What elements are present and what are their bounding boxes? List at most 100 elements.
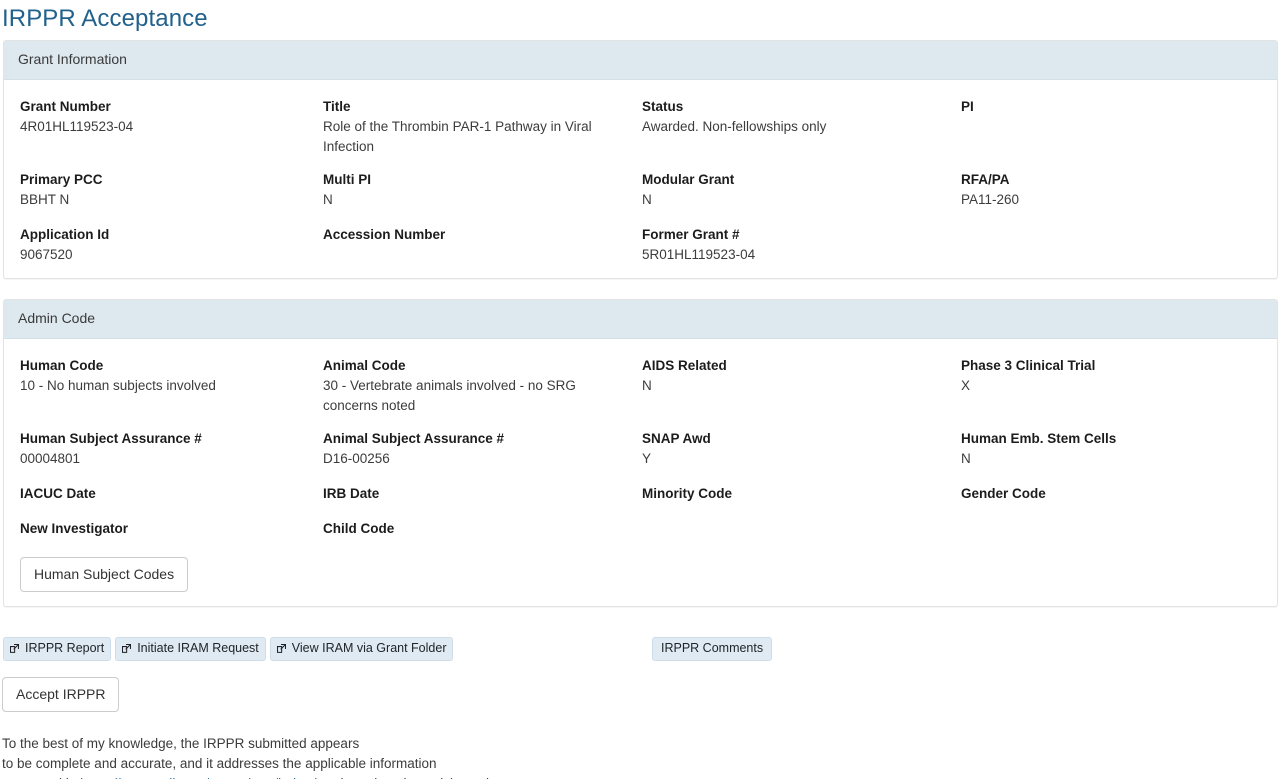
field-accession-number: Accession Number bbox=[323, 220, 642, 265]
field-phase-3-clinical-trial: Phase 3 Clinical Trial X bbox=[961, 351, 1266, 415]
field-label: Phase 3 Clinical Trial bbox=[961, 358, 1096, 373]
field-value: 10 - No human subjects involved bbox=[20, 378, 216, 393]
field-value: N bbox=[323, 192, 333, 207]
action-button-bar: IRPPR Report Initiate IRAM Request View … bbox=[0, 627, 1282, 663]
field-value bbox=[961, 225, 1251, 226]
field-row: IACUC Date IRB Date Minority Code Gender… bbox=[4, 479, 1277, 504]
button-label: IRPPR Report bbox=[25, 640, 105, 655]
field-new-investigator: New Investigator bbox=[4, 514, 323, 539]
button-label: View IRAM via Grant Folder bbox=[291, 640, 447, 655]
field-value: PA11-260 bbox=[961, 192, 1020, 207]
accept-irppr-button[interactable]: Accept IRPPR bbox=[2, 676, 120, 712]
field-label: Human Code bbox=[20, 358, 104, 373]
external-link-icon bbox=[121, 643, 132, 654]
irppr-comments-button[interactable]: IRPPR Comments bbox=[652, 636, 773, 661]
field-snap-awd: SNAP Awd Y bbox=[642, 424, 961, 469]
field-row: New Investigator Child Code bbox=[4, 514, 1277, 539]
field-label: Grant Number bbox=[20, 99, 111, 114]
human-subject-codes-button[interactable]: Human Subject Codes bbox=[20, 556, 189, 592]
field-label: AIDS Related bbox=[642, 358, 727, 373]
field-value bbox=[323, 244, 613, 245]
field-animal-code: Animal Code 30 - Vertebrate animals invo… bbox=[323, 351, 642, 415]
field-row: Human Code 10 - No human subjects involv… bbox=[4, 351, 1277, 415]
admin-code-panel: Admin Code Human Code 10 - No human subj… bbox=[3, 299, 1278, 607]
field-label: Application Id bbox=[20, 226, 110, 242]
field-value: 30 - Vertebrate animals involved - no SR… bbox=[323, 378, 576, 413]
field-application-id: Application Id 9067520 bbox=[4, 220, 323, 265]
field-value: 5R01HL119523-04 bbox=[642, 246, 756, 262]
external-link-icon bbox=[276, 643, 287, 654]
field-value: BBHT N bbox=[20, 192, 70, 207]
field-label: RFA/PA bbox=[961, 172, 1010, 187]
field-iacuc-date: IACUC Date bbox=[4, 479, 323, 504]
field-former-grant-number: Former Grant # 5R01HL119523-04 bbox=[642, 220, 961, 265]
statement-line-2: to be complete and accurate, and it addr… bbox=[2, 755, 437, 771]
field-label: SNAP Awd bbox=[642, 431, 711, 446]
field-label: IRB Date bbox=[323, 485, 380, 501]
field-label: PI bbox=[961, 99, 974, 114]
irppr-report-button[interactable]: IRPPR Report bbox=[3, 636, 112, 661]
grant-information-heading: Grant Information bbox=[4, 41, 1277, 80]
irppr-acceptance-page: IRPPR Acceptance Grant Information Grant… bbox=[0, 0, 1282, 779]
field-label: Primary PCC bbox=[20, 172, 103, 187]
field-value: 4R01HL119523-04 bbox=[20, 119, 134, 134]
field-label: Gender Code bbox=[961, 485, 1046, 501]
field-value: Awarded. Non-fellowships only bbox=[642, 119, 827, 134]
initiate-iram-request-button[interactable]: Initiate IRAM Request bbox=[115, 636, 266, 661]
field-modular-grant: Modular Grant N bbox=[642, 165, 961, 210]
statement-line-1: To the best of my knowledge, the IRPPR s… bbox=[2, 735, 360, 751]
field-child-code: Child Code bbox=[323, 514, 642, 539]
field-multi-pi: Multi PI N bbox=[323, 165, 642, 210]
field-label: Modular Grant bbox=[642, 172, 735, 187]
accept-button-wrap: Accept IRPPR bbox=[0, 663, 1282, 712]
field-label: Multi PI bbox=[323, 172, 371, 187]
statement-prefix: requested in bbox=[2, 776, 80, 779]
field-label: Animal Code bbox=[323, 358, 406, 373]
admin-code-body: Human Code 10 - No human subjects involv… bbox=[4, 339, 1277, 606]
field-primary-pcc: Primary PCC BBHT N bbox=[4, 165, 323, 210]
field-title: Title Role of the Thrombin PAR-1 Pathway… bbox=[323, 92, 642, 156]
field-value bbox=[323, 538, 613, 539]
grant-information-panel: Grant Information Grant Number 4R01HL119… bbox=[3, 40, 1278, 279]
acceptance-statement: To the best of my knowledge, the IRPPR s… bbox=[0, 712, 560, 779]
field-minority-code: Minority Code bbox=[642, 479, 961, 504]
field-value bbox=[642, 503, 932, 504]
field-irb-date: IRB Date bbox=[323, 479, 642, 504]
field-empty bbox=[961, 220, 1266, 265]
field-label: Animal Subject Assurance # bbox=[323, 431, 505, 446]
field-grant-number: Grant Number 4R01HL119523-04 bbox=[4, 92, 323, 156]
field-label: Title bbox=[323, 99, 351, 114]
field-value: X bbox=[961, 378, 971, 393]
admin-code-heading: Admin Code bbox=[4, 300, 1277, 339]
field-rfa-pa: RFA/PA PA11-260 bbox=[961, 165, 1266, 210]
field-row: Primary PCC BBHT N Multi PI N Modular Gr… bbox=[4, 165, 1277, 210]
field-value: D16-00256 bbox=[323, 451, 390, 466]
field-value: Role of the Thrombin PAR-1 Pathway in Vi… bbox=[323, 119, 592, 154]
field-value: N bbox=[642, 192, 652, 207]
external-link-icon bbox=[9, 643, 20, 654]
field-value: 9067520 bbox=[20, 246, 73, 262]
field-label: Human Emb. Stem Cells bbox=[961, 431, 1117, 446]
field-value: 00004801 bbox=[20, 451, 81, 466]
grant-information-body: Grant Number 4R01HL119523-04 Title Role … bbox=[4, 80, 1277, 278]
field-label: Accession Number bbox=[323, 226, 446, 242]
field-label: New Investigator bbox=[20, 520, 129, 536]
view-iram-via-grant-folder-button[interactable]: View IRAM via Grant Folder bbox=[269, 636, 454, 661]
field-value bbox=[323, 503, 613, 504]
field-value bbox=[961, 503, 1251, 504]
rppr-index-link[interactable]: https://grants.nih.gov/grants/rppr/index… bbox=[80, 776, 337, 779]
field-value bbox=[642, 519, 932, 520]
field-human-emb-stem-cells: Human Emb. Stem Cells N bbox=[961, 424, 1266, 469]
field-row: Grant Number 4R01HL119523-04 Title Role … bbox=[4, 92, 1277, 156]
page-title: IRPPR Acceptance bbox=[2, 5, 208, 32]
field-value: N bbox=[642, 378, 652, 393]
field-gender-code: Gender Code bbox=[961, 479, 1266, 504]
field-label: Minority Code bbox=[642, 485, 732, 501]
field-label: Child Code bbox=[323, 520, 395, 536]
field-pi: PI bbox=[961, 92, 1266, 156]
field-aids-related: AIDS Related N bbox=[642, 351, 961, 415]
button-label: Initiate IRAM Request bbox=[137, 640, 259, 655]
field-value bbox=[20, 503, 310, 504]
human-subject-codes-wrap: Human Subject Codes bbox=[4, 539, 1277, 592]
field-value: N bbox=[961, 451, 971, 466]
